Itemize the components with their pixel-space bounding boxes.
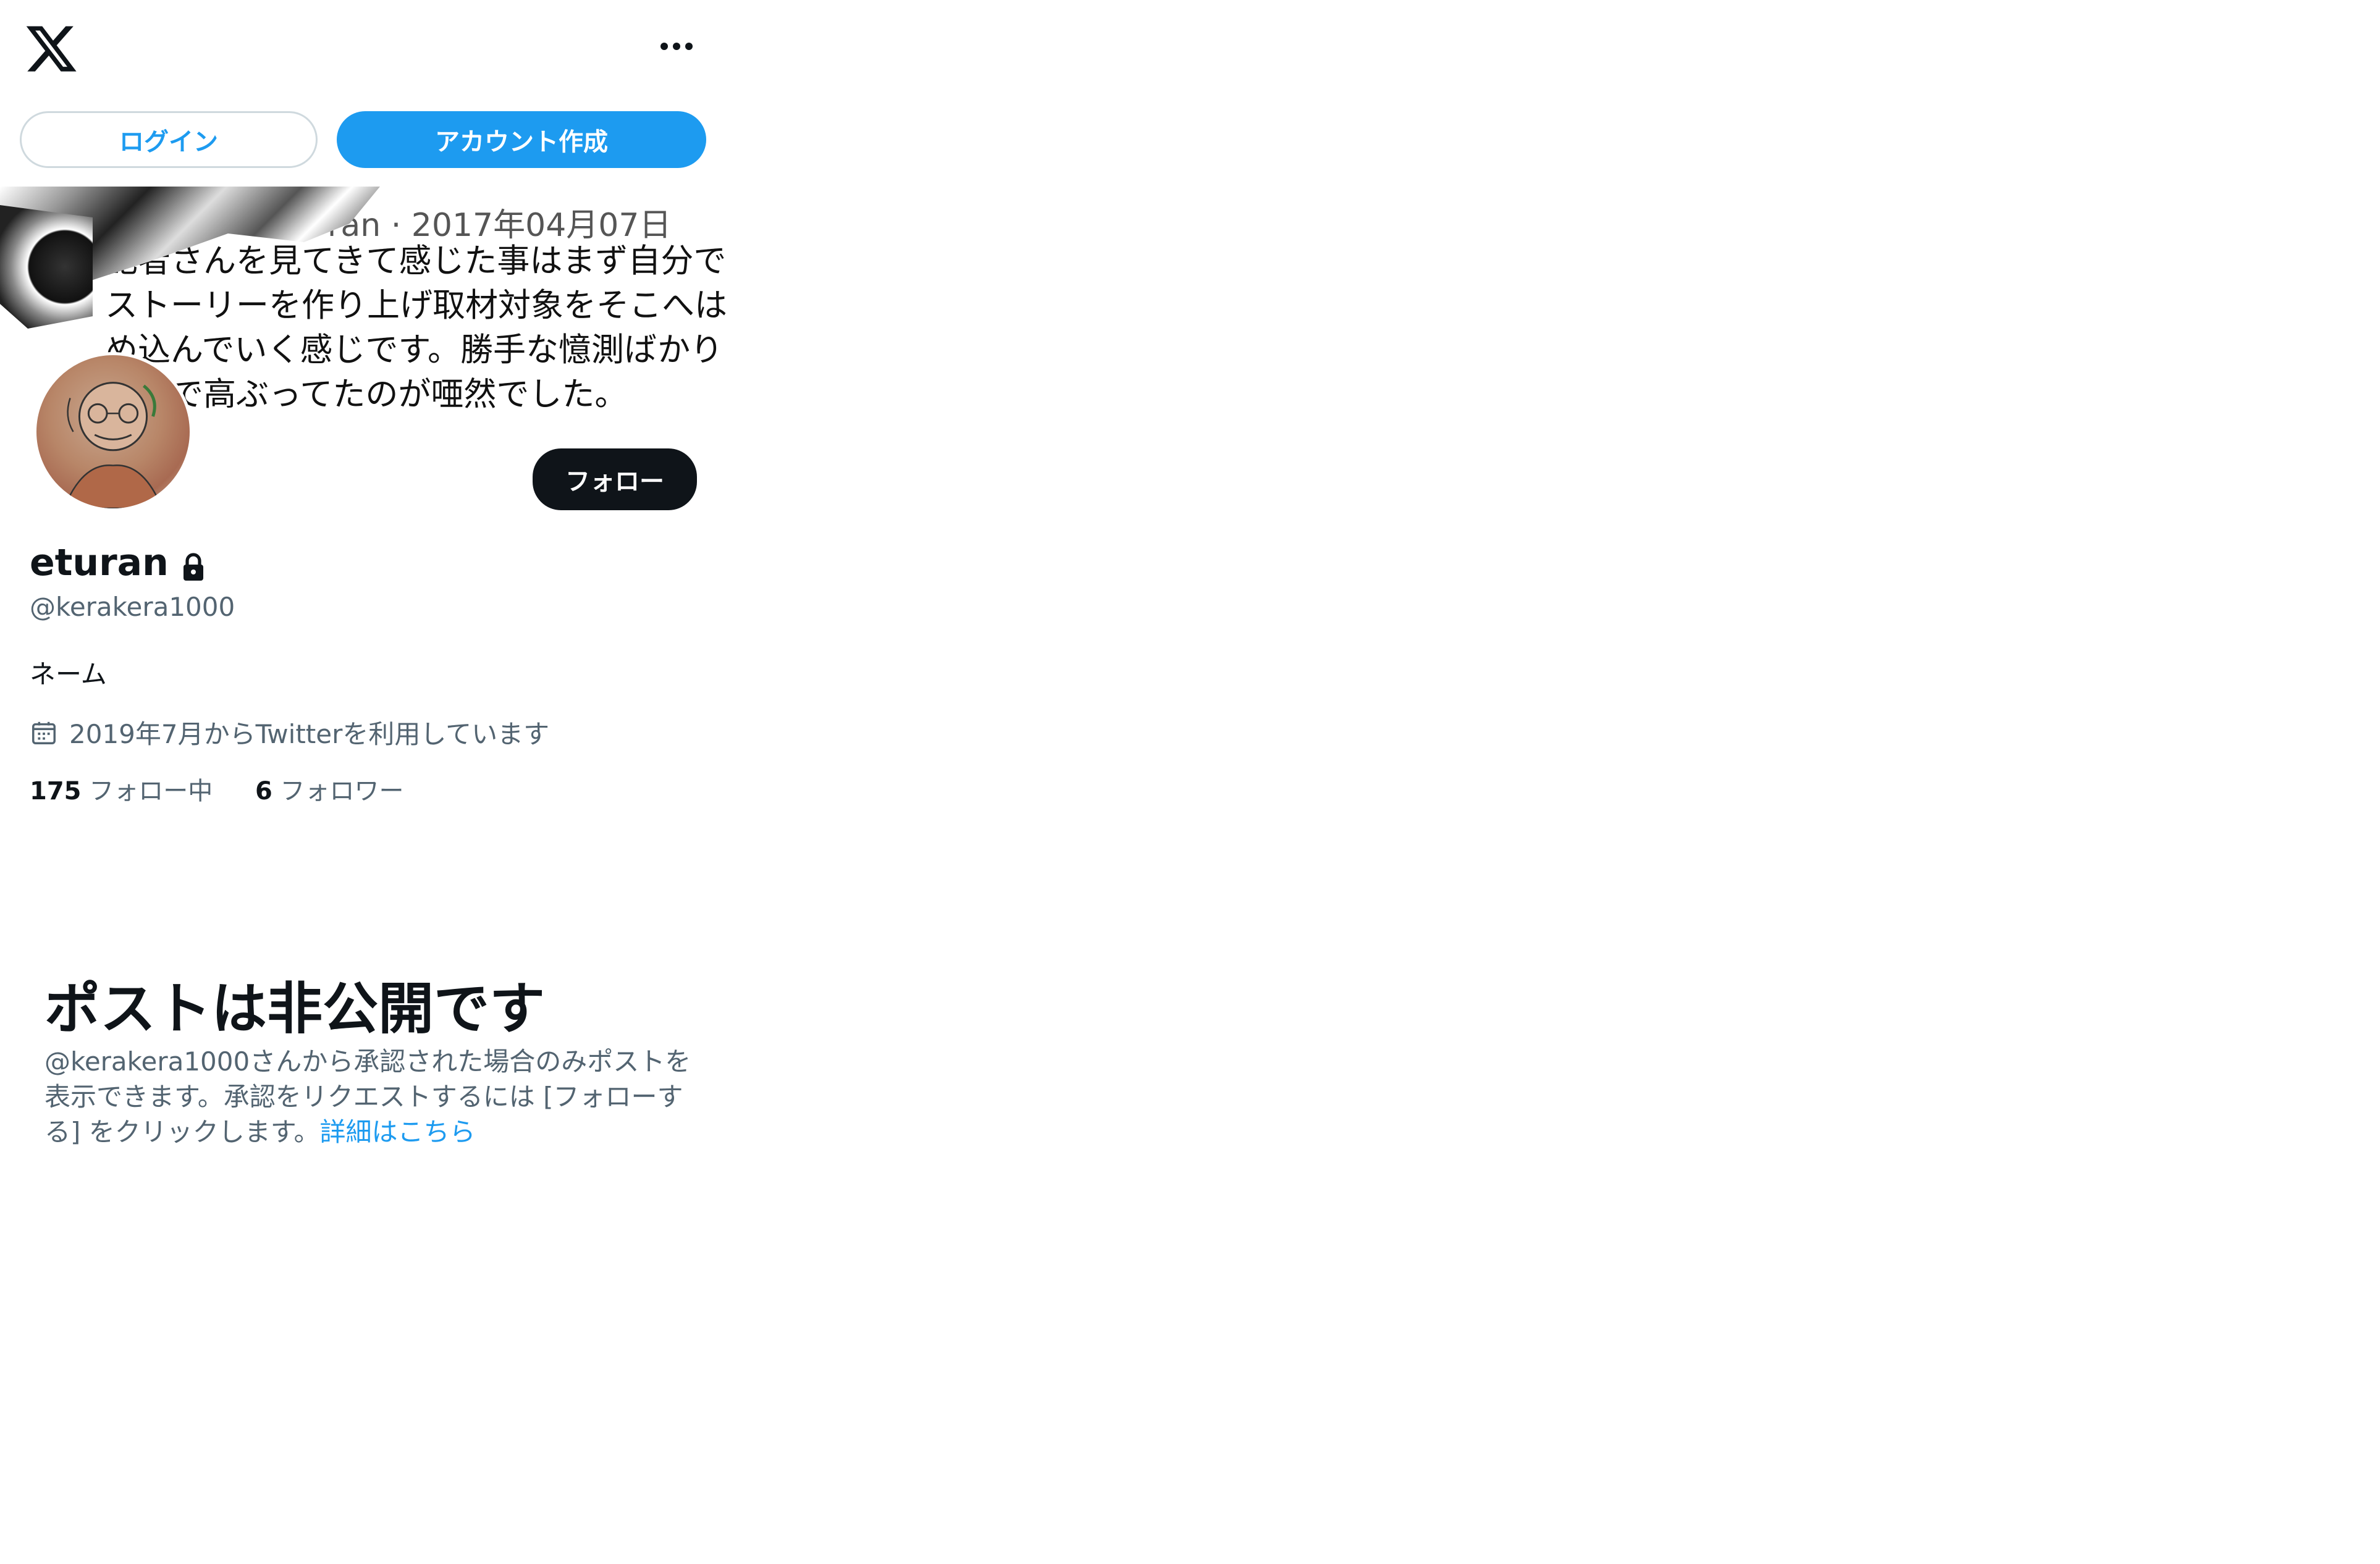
display-name: eturan — [30, 541, 206, 584]
lock-icon — [181, 548, 206, 581]
display-name-text: eturan — [30, 541, 169, 584]
more-icon[interactable] — [655, 31, 698, 62]
x-logo-icon[interactable] — [23, 21, 79, 77]
joined-date: 2019年7月からTwitterを利用しています — [30, 713, 549, 751]
banner-meta: ran · 2017年04月07日 — [327, 207, 672, 244]
login-button[interactable]: ログイン — [20, 111, 318, 168]
follow-button[interactable]: フォロー — [533, 448, 697, 510]
followers-count: 6 — [255, 777, 272, 805]
learn-more-link[interactable]: 詳細はこちら — [320, 1117, 476, 1147]
calendar-icon — [30, 718, 58, 747]
private-notice-title: ポストは非公開です — [44, 977, 545, 1041]
signup-button[interactable]: アカウント作成 — [337, 111, 706, 168]
bio: ネーム — [30, 659, 107, 689]
handle: @kerakera1000 — [30, 592, 235, 622]
followers-link[interactable]: 6 フォロワー — [255, 777, 404, 805]
followers-label: フォロワー — [280, 777, 404, 805]
following-link[interactable]: 175 フォロー中 — [30, 777, 213, 805]
banner-image-fragment — [0, 205, 93, 329]
follow-counts: 175 フォロー中 6 フォロワー — [30, 771, 404, 807]
following-count: 175 — [30, 777, 82, 805]
joined-text: 2019年7月からTwitterを利用しています — [69, 719, 550, 749]
avatar[interactable] — [33, 352, 193, 511]
banner-text: 記者さんを見てきて感じた事はまず自分でストーリーを作り上げ取材対象をそこへはめ込… — [105, 242, 727, 413]
private-notice-description: @kerakera1000さんから承認された場合のみポストを表示できます。承認を… — [44, 1044, 699, 1150]
following-label: フォロー中 — [89, 777, 213, 805]
